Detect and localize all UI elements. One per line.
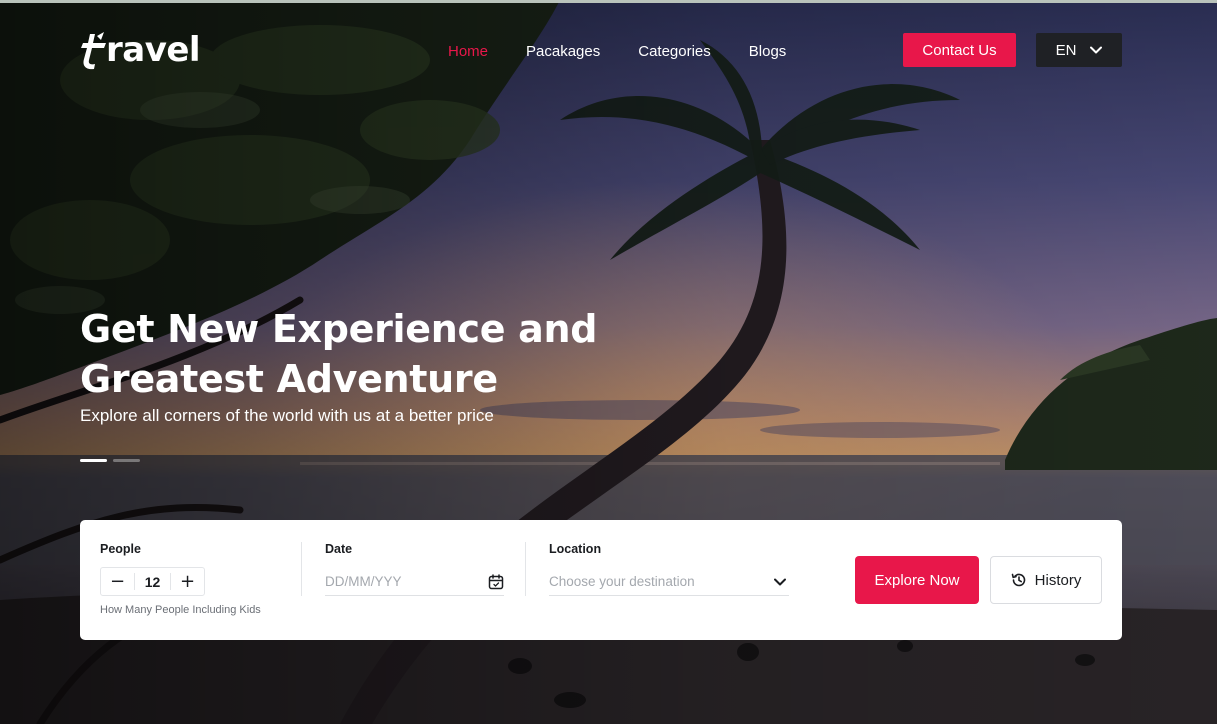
plane-logo-icon — [81, 32, 106, 70]
people-label: People — [100, 542, 141, 556]
field-divider — [525, 542, 526, 596]
chevron-down-icon — [1090, 46, 1103, 54]
history-icon — [1011, 573, 1025, 587]
date-placeholder: DD/MM/YYY — [325, 574, 402, 589]
main-nav: Home Pacakages Categories Blogs — [448, 40, 786, 62]
search-panel: People − 12 + How Many People Including … — [80, 520, 1122, 640]
slider-dot-1[interactable] — [80, 459, 107, 462]
brand-logo[interactable]: ravel — [80, 28, 201, 72]
language-label: EN — [1055, 41, 1077, 59]
nav-item-categories[interactable]: Categories — [638, 43, 711, 60]
people-hint: How Many People Including Kids — [100, 604, 261, 616]
hero-subtitle: Explore all corners of the world with us… — [80, 406, 494, 425]
chevron-down-icon[interactable] — [774, 578, 786, 586]
people-count[interactable]: 12 — [134, 573, 171, 590]
decrement-button[interactable]: − — [101, 568, 134, 595]
nav-item-blogs[interactable]: Blogs — [749, 43, 787, 60]
field-divider — [301, 542, 302, 596]
date-input[interactable]: DD/MM/YYY — [325, 568, 504, 596]
nav-item-home[interactable]: Home — [448, 43, 488, 60]
history-button[interactable]: History — [990, 556, 1102, 604]
location-placeholder: Choose your destination — [549, 574, 695, 589]
calendar-icon[interactable] — [488, 573, 504, 590]
hero-title-line-2: Greatest Adventure — [80, 357, 498, 401]
logo-text: ravel — [106, 30, 201, 70]
top-border — [0, 0, 1217, 3]
people-stepper: − 12 + — [100, 567, 205, 596]
location-select[interactable]: Choose your destination — [549, 568, 789, 596]
date-label: Date — [325, 542, 353, 556]
nav-item-packages[interactable]: Pacakages — [526, 43, 600, 60]
increment-button[interactable]: + — [171, 568, 204, 595]
language-selector[interactable]: EN — [1036, 33, 1122, 67]
contact-us-button[interactable]: Contact Us — [903, 33, 1016, 67]
location-label: Location — [549, 542, 602, 556]
slider-indicators — [80, 459, 140, 463]
history-label: History — [1034, 571, 1082, 589]
hero-title-line-1: Get New Experience and — [80, 307, 598, 351]
hero-title: Get New Experience and Greatest Adventur… — [80, 304, 700, 404]
explore-now-button[interactable]: Explore Now — [855, 556, 979, 604]
slider-dot-2[interactable] — [113, 459, 140, 462]
